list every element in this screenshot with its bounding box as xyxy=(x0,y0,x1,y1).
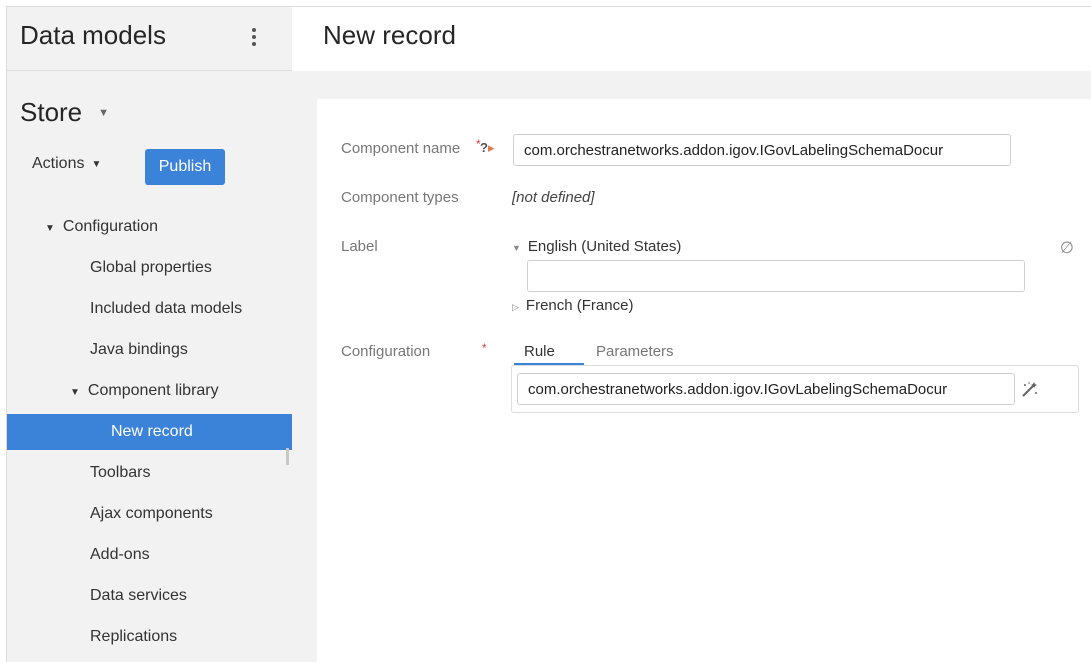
store-label: Store xyxy=(20,97,83,127)
label-label: Label xyxy=(341,238,378,255)
actions-menu[interactable]: Actions ▼ xyxy=(32,155,101,173)
publish-button[interactable]: Publish xyxy=(145,149,225,185)
empty-set-icon[interactable]: ∅ xyxy=(1060,238,1074,258)
component-name-label: Component name xyxy=(341,140,461,157)
tree-item-label: Component library xyxy=(87,382,219,399)
tree-item-included-data-models[interactable]: Included data models xyxy=(90,300,242,318)
tab-parameters[interactable]: Parameters xyxy=(596,343,674,360)
help-icon[interactable]: ?▸ xyxy=(480,140,494,156)
english-label-input[interactable] xyxy=(527,260,1025,292)
expanded-triangle-icon: ▼ xyxy=(512,243,521,253)
component-types-value: [not defined] xyxy=(512,189,595,206)
tree-item-label: New record xyxy=(111,423,193,440)
sidebar-title: Data models xyxy=(20,20,166,50)
sidebar: Data models Store ▼ Actions ▼ Publish ▼ C… xyxy=(7,7,292,662)
required-marker: * xyxy=(482,341,487,355)
lang-english-toggle[interactable]: ▼ English (United States) xyxy=(512,238,681,255)
actions-label: Actions xyxy=(32,155,85,172)
caret-down-icon: ▼ xyxy=(91,158,102,170)
rule-field[interactable]: com.orchestranetworks.addon.igov.IGovLab… xyxy=(517,373,1015,405)
tree-item-global-properties[interactable]: Global properties xyxy=(90,259,212,277)
chevron-down-icon: ▼ xyxy=(98,106,110,119)
tree-item-add-ons[interactable]: Add-ons xyxy=(90,546,150,564)
tab-rule[interactable]: Rule xyxy=(524,343,555,360)
sidebar-header: Data models xyxy=(7,7,292,71)
lang-french-toggle[interactable]: ▷ French (France) xyxy=(512,297,633,314)
expanded-triangle-icon: ▼ xyxy=(45,223,55,234)
magic-wand-icon[interactable] xyxy=(1019,380,1039,400)
tree-item-configuration[interactable]: ▼ Configuration xyxy=(45,218,158,236)
configuration-label: Configuration xyxy=(341,343,431,360)
lang-english-label: English (United States) xyxy=(527,238,682,255)
page-title: New record xyxy=(323,20,456,50)
component-types-label: Component types xyxy=(341,189,459,206)
sidebar-scrollbar[interactable] xyxy=(286,448,289,465)
tree-item-replications[interactable]: Replications xyxy=(90,628,177,646)
tree-item-new-record[interactable]: New record xyxy=(7,414,292,450)
app-window: Data models Store ▼ Actions ▼ Publish ▼ C… xyxy=(6,6,1091,662)
tree-item-ajax-components[interactable]: Ajax components xyxy=(90,505,213,523)
lang-french-label: French (France) xyxy=(525,297,634,314)
expanded-triangle-icon: ▼ xyxy=(70,387,80,398)
main-header: New record xyxy=(292,7,1091,71)
store-selector[interactable]: Store ▼ xyxy=(20,97,109,128)
tree-item-label: Configuration xyxy=(62,218,159,235)
tree-item-java-bindings[interactable]: Java bindings xyxy=(90,341,188,359)
tree-item-toolbars[interactable]: Toolbars xyxy=(90,464,150,482)
tree-item-component-library[interactable]: ▼ Component library xyxy=(70,382,219,400)
tree-item-data-services[interactable]: Data services xyxy=(90,587,187,605)
more-vertical-icon[interactable] xyxy=(247,25,261,49)
component-name-field[interactable]: com.orchestranetworks.addon.igov.IGovLab… xyxy=(513,134,1011,166)
collapsed-triangle-icon: ▷ xyxy=(512,302,519,312)
